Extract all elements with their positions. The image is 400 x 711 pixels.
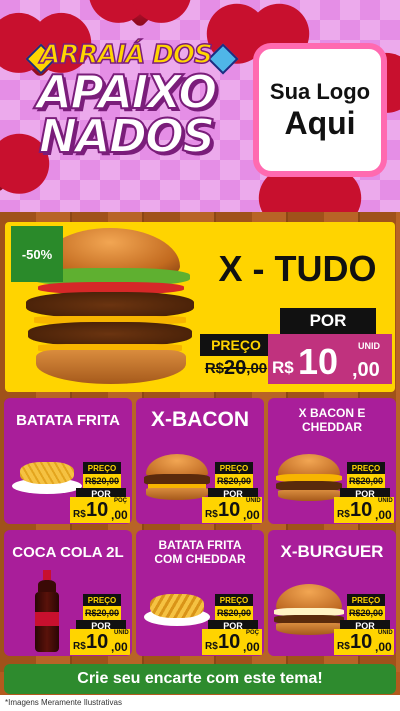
- price-decimal: ,00: [111, 640, 128, 654]
- price-currency: R$: [73, 641, 86, 652]
- fries-cheddar-image: [144, 590, 210, 630]
- product-card-x-bacon-cheddar[interactable]: X BACON E CHEDDAR PREÇO R$20,00 POR R$ 1…: [268, 398, 396, 524]
- price-unit: UNID: [246, 498, 261, 504]
- price-tag: R$ 10 ,00 UNID: [334, 629, 394, 655]
- featured-por-label: POR: [280, 308, 376, 334]
- price-decimal: ,00: [243, 640, 260, 654]
- price-unit: UNID: [378, 498, 393, 504]
- price-unit: POÇ: [246, 630, 260, 636]
- discount-badge: -50%: [11, 226, 63, 282]
- old-price: R$20,00: [83, 606, 121, 620]
- price-unit: POÇ: [114, 498, 128, 504]
- price-tag: R$ 10 ,00 POÇ: [202, 629, 262, 655]
- featured-price: R$ 10 ,00 UNID: [268, 334, 392, 384]
- product-name: BATATA FRITA: [16, 412, 120, 429]
- price-integer: 10: [86, 499, 109, 521]
- old-price: R$20,00: [347, 606, 385, 620]
- product-name: COCA COLA 2L: [12, 544, 124, 561]
- price-integer: 10: [218, 631, 241, 653]
- price-integer: 10: [350, 631, 373, 653]
- product-name: X BACON E CHEDDAR: [298, 406, 366, 434]
- product-card-coca-cola[interactable]: COCA COLA 2L PREÇO R$20,00 POR R$ 10 ,00…: [4, 530, 132, 656]
- price-currency: R$: [205, 509, 218, 520]
- logo-text-line-1: Sua Logo: [269, 78, 371, 104]
- price-decimal: ,00: [111, 508, 128, 522]
- price-integer: 10: [86, 631, 109, 653]
- price-tag: R$ 10 ,00 UNID: [202, 497, 262, 523]
- preco-label: PREÇO: [215, 462, 253, 474]
- price-decimal: ,00: [243, 508, 260, 522]
- price-integer: 10: [298, 341, 339, 382]
- product-card-batata-cheddar[interactable]: BATATA FRITA COM CHEDDAR PREÇO R$20,00 P…: [136, 530, 264, 656]
- old-price: R$20,00: [215, 606, 253, 620]
- price-currency: R$: [337, 641, 350, 652]
- old-price: R$20,00: [215, 474, 253, 488]
- title-line-2: APAIXO: [36, 65, 219, 119]
- preco-label: PREÇO: [347, 462, 385, 474]
- create-flyer-button[interactable]: Crie seu encarte com este tema!: [4, 664, 396, 694]
- old-price: R$20,00: [83, 474, 121, 488]
- price-decimal: ,00: [375, 508, 392, 522]
- preco-label: PREÇO: [215, 594, 253, 606]
- price-currency: R$: [73, 509, 86, 520]
- price-currency: R$: [272, 358, 294, 377]
- featured-preco-label: PREÇO: [200, 334, 272, 356]
- price-tag: R$ 10 ,00 UNID: [70, 629, 130, 655]
- event-title: ARRAIÁ DOS APAIXO NADOS: [12, 39, 240, 170]
- old-price-currency: R$: [204, 359, 225, 377]
- product-card-x-burguer[interactable]: X-BURGUER PREÇO R$20,00 POR R$ 10 ,00 UN…: [268, 530, 396, 656]
- old-price-integer: 20: [224, 356, 247, 379]
- burger-image: [142, 454, 212, 502]
- price-unit: UNID: [114, 630, 129, 636]
- product-name: BATATA FRITA COM CHEDDAR: [154, 538, 246, 566]
- logo-placeholder[interactable]: Sua Logo Aqui: [253, 43, 387, 177]
- disclaimer-text: *Imagens Meramente Ilustrativas: [0, 695, 400, 711]
- product-card-x-bacon[interactable]: X-BACON PREÇO R$20,00 POR R$ 10 ,00 UNID: [136, 398, 264, 524]
- price-currency: R$: [205, 641, 218, 652]
- header-banner: ARRAIÁ DOS APAIXO NADOS Sua Logo Aqui: [0, 0, 400, 218]
- featured-old-price: R$ 20 ,00: [200, 356, 272, 380]
- product-name: X-BACON: [151, 408, 249, 431]
- product-card-batata-frita[interactable]: BATATA FRITA PREÇO R$20,00 POR R$ 10 ,00…: [4, 398, 132, 524]
- preco-label: PREÇO: [347, 594, 385, 606]
- price-currency: R$: [337, 509, 350, 520]
- price-tag: R$ 10 ,00 UNID: [334, 497, 394, 523]
- product-name: X-BURGUER: [280, 542, 384, 561]
- preco-label: PREÇO: [83, 462, 121, 474]
- old-price: R$20,00: [347, 474, 385, 488]
- title-line-3: NADOS: [38, 109, 217, 163]
- price-tag: R$ 10 ,00 POÇ: [70, 497, 130, 523]
- price-unit: UNID: [358, 341, 380, 351]
- price-decimal: ,00: [375, 640, 392, 654]
- soda-bottle-image: [34, 570, 60, 652]
- fries-image: [12, 456, 82, 496]
- burger-image: [274, 454, 344, 502]
- price-unit: UNID: [378, 630, 393, 636]
- price-decimal: ,00: [352, 359, 380, 381]
- logo-text-line-2: Aqui: [284, 104, 356, 141]
- price-integer: 10: [218, 499, 241, 521]
- heart-decoration: [111, 0, 169, 29]
- old-price-decimal: ,00: [246, 359, 268, 377]
- featured-product-name: X - TUDO: [218, 248, 377, 289]
- price-integer: 10: [350, 499, 373, 521]
- preco-label: PREÇO: [83, 594, 121, 606]
